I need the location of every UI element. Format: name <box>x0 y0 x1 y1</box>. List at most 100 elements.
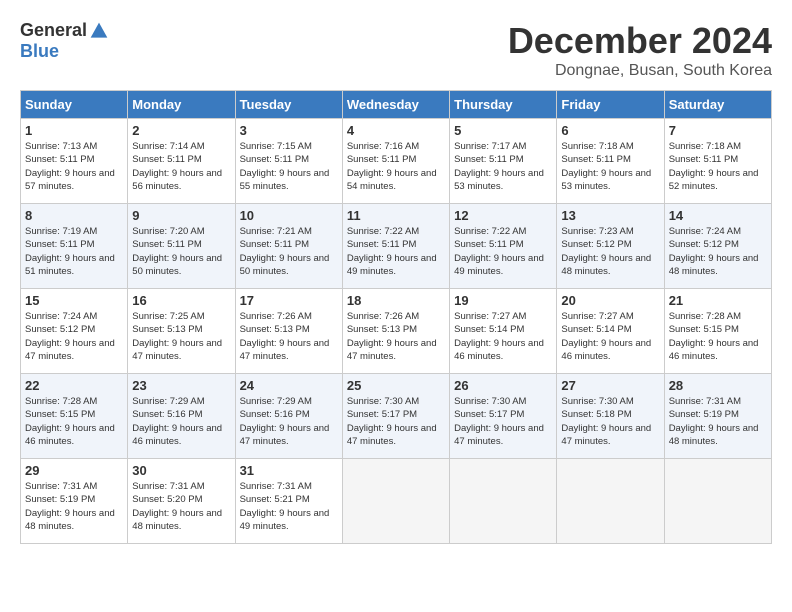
day-info: Sunrise: 7:31 AM Sunset: 5:19 PM Dayligh… <box>669 395 767 448</box>
header-monday: Monday <box>128 91 235 119</box>
logo-blue: Blue <box>20 41 59 62</box>
day-number: 17 <box>240 293 338 308</box>
day-info: Sunrise: 7:27 AM Sunset: 5:14 PM Dayligh… <box>561 310 659 363</box>
day-cell: 2 Sunrise: 7:14 AM Sunset: 5:11 PM Daylig… <box>128 119 235 204</box>
day-info: Sunrise: 7:22 AM Sunset: 5:11 PM Dayligh… <box>347 225 445 278</box>
week-row-1: 1 Sunrise: 7:13 AM Sunset: 5:11 PM Daylig… <box>21 119 772 204</box>
day-number: 31 <box>240 463 338 478</box>
header-wednesday: Wednesday <box>342 91 449 119</box>
day-info: Sunrise: 7:22 AM Sunset: 5:11 PM Dayligh… <box>454 225 552 278</box>
day-number: 20 <box>561 293 659 308</box>
day-cell <box>664 459 771 544</box>
day-number: 27 <box>561 378 659 393</box>
day-info: Sunrise: 7:23 AM Sunset: 5:12 PM Dayligh… <box>561 225 659 278</box>
day-cell: 16 Sunrise: 7:25 AM Sunset: 5:13 PM Dayli… <box>128 289 235 374</box>
day-number: 26 <box>454 378 552 393</box>
day-info: Sunrise: 7:28 AM Sunset: 5:15 PM Dayligh… <box>669 310 767 363</box>
day-cell: 26 Sunrise: 7:30 AM Sunset: 5:17 PM Dayli… <box>450 374 557 459</box>
day-cell: 18Sunrise: 7:26 AM Sunset: 5:13 PM Dayli… <box>342 289 449 374</box>
day-info: Sunrise: 7:30 AM Sunset: 5:17 PM Dayligh… <box>347 395 445 448</box>
day-number: 2 <box>132 123 230 138</box>
day-info: Sunrise: 7:20 AM Sunset: 5:11 PM Dayligh… <box>132 225 230 278</box>
header-friday: Friday <box>557 91 664 119</box>
day-number: 3 <box>240 123 338 138</box>
day-cell <box>342 459 449 544</box>
day-number: 10 <box>240 208 338 223</box>
day-info: Sunrise: 7:14 AM Sunset: 5:11 PM Dayligh… <box>132 140 230 193</box>
day-info: Sunrise: 7:25 AM Sunset: 5:13 PM Dayligh… <box>132 310 230 363</box>
day-number: 12 <box>454 208 552 223</box>
day-info: Sunrise: 7:21 AM Sunset: 5:11 PM Dayligh… <box>240 225 338 278</box>
day-number: 9 <box>132 208 230 223</box>
day-number: 8 <box>25 208 123 223</box>
day-number: 14 <box>669 208 767 223</box>
day-info: Sunrise: 7:31 AM Sunset: 5:19 PM Dayligh… <box>25 480 123 533</box>
day-cell: 20 Sunrise: 7:27 AM Sunset: 5:14 PM Dayli… <box>557 289 664 374</box>
day-number: 13 <box>561 208 659 223</box>
day-info: Sunrise: 7:16 AM Sunset: 5:11 PM Dayligh… <box>347 140 445 193</box>
day-info: Sunrise: 7:30 AM Sunset: 5:17 PM Dayligh… <box>454 395 552 448</box>
day-info: Sunrise: 7:24 AM Sunset: 5:12 PM Dayligh… <box>669 225 767 278</box>
header-row: SundayMondayTuesdayWednesdayThursdayFrid… <box>21 91 772 119</box>
day-number: 1 <box>25 123 123 138</box>
header-tuesday: Tuesday <box>235 91 342 119</box>
day-cell: 12 Sunrise: 7:22 AM Sunset: 5:11 PM Dayli… <box>450 204 557 289</box>
title-section: December 2024 Dongnae, Busan, South Kore… <box>508 20 772 80</box>
day-cell: 5 Sunrise: 7:17 AM Sunset: 5:11 PM Daylig… <box>450 119 557 204</box>
day-cell: 17 Sunrise: 7:26 AM Sunset: 5:13 PM Dayli… <box>235 289 342 374</box>
day-cell: 3 Sunrise: 7:15 AM Sunset: 5:11 PM Daylig… <box>235 119 342 204</box>
day-number: 24 <box>240 378 338 393</box>
day-cell: 10 Sunrise: 7:21 AM Sunset: 5:11 PM Dayli… <box>235 204 342 289</box>
day-number: 6 <box>561 123 659 138</box>
week-row-4: 22Sunrise: 7:28 AM Sunset: 5:15 PM Dayli… <box>21 374 772 459</box>
day-cell: 19Sunrise: 7:27 AM Sunset: 5:14 PM Dayli… <box>450 289 557 374</box>
logo-icon <box>89 21 109 41</box>
day-cell: 23Sunrise: 7:29 AM Sunset: 5:16 PM Dayli… <box>128 374 235 459</box>
day-info: Sunrise: 7:13 AM Sunset: 5:11 PM Dayligh… <box>25 140 123 193</box>
day-cell: 4Sunrise: 7:16 AM Sunset: 5:11 PM Daylig… <box>342 119 449 204</box>
day-cell: 8 Sunrise: 7:19 AM Sunset: 5:11 PM Daylig… <box>21 204 128 289</box>
day-info: Sunrise: 7:26 AM Sunset: 5:13 PM Dayligh… <box>240 310 338 363</box>
day-cell: 7Sunrise: 7:18 AM Sunset: 5:11 PM Daylig… <box>664 119 771 204</box>
day-number: 25 <box>347 378 445 393</box>
header-thursday: Thursday <box>450 91 557 119</box>
day-info: Sunrise: 7:26 AM Sunset: 5:13 PM Dayligh… <box>347 310 445 363</box>
day-info: Sunrise: 7:15 AM Sunset: 5:11 PM Dayligh… <box>240 140 338 193</box>
day-cell: 25 Sunrise: 7:30 AM Sunset: 5:17 PM Dayli… <box>342 374 449 459</box>
day-info: Sunrise: 7:31 AM Sunset: 5:20 PM Dayligh… <box>132 480 230 533</box>
week-row-5: 29Sunrise: 7:31 AM Sunset: 5:19 PM Dayli… <box>21 459 772 544</box>
day-cell: 21 Sunrise: 7:28 AM Sunset: 5:15 PM Dayli… <box>664 289 771 374</box>
day-number: 23 <box>132 378 230 393</box>
day-number: 22 <box>25 378 123 393</box>
day-number: 28 <box>669 378 767 393</box>
week-row-2: 8 Sunrise: 7:19 AM Sunset: 5:11 PM Daylig… <box>21 204 772 289</box>
day-info: Sunrise: 7:29 AM Sunset: 5:16 PM Dayligh… <box>240 395 338 448</box>
month-title: December 2024 <box>508 20 772 62</box>
calendar: SundayMondayTuesdayWednesdayThursdayFrid… <box>20 90 772 544</box>
day-number: 16 <box>132 293 230 308</box>
day-info: Sunrise: 7:31 AM Sunset: 5:21 PM Dayligh… <box>240 480 338 533</box>
day-cell: 11 Sunrise: 7:22 AM Sunset: 5:11 PM Dayli… <box>342 204 449 289</box>
day-cell: 1 Sunrise: 7:13 AM Sunset: 5:11 PM Daylig… <box>21 119 128 204</box>
day-info: Sunrise: 7:17 AM Sunset: 5:11 PM Dayligh… <box>454 140 552 193</box>
day-cell <box>450 459 557 544</box>
day-cell: 14 Sunrise: 7:24 AM Sunset: 5:12 PM Dayli… <box>664 204 771 289</box>
day-number: 5 <box>454 123 552 138</box>
header-sunday: Sunday <box>21 91 128 119</box>
day-cell <box>557 459 664 544</box>
day-cell: 27Sunrise: 7:30 AM Sunset: 5:18 PM Dayli… <box>557 374 664 459</box>
day-cell: 28 Sunrise: 7:31 AM Sunset: 5:19 PM Dayli… <box>664 374 771 459</box>
logo-general: General <box>20 20 87 41</box>
day-cell: 6Sunrise: 7:18 AM Sunset: 5:11 PM Daylig… <box>557 119 664 204</box>
day-cell: 24 Sunrise: 7:29 AM Sunset: 5:16 PM Dayli… <box>235 374 342 459</box>
day-number: 15 <box>25 293 123 308</box>
day-number: 11 <box>347 208 445 223</box>
location: Dongnae, Busan, South Korea <box>508 62 772 80</box>
day-number: 21 <box>669 293 767 308</box>
header-saturday: Saturday <box>664 91 771 119</box>
day-info: Sunrise: 7:19 AM Sunset: 5:11 PM Dayligh… <box>25 225 123 278</box>
day-cell: 22Sunrise: 7:28 AM Sunset: 5:15 PM Dayli… <box>21 374 128 459</box>
day-info: Sunrise: 7:27 AM Sunset: 5:14 PM Dayligh… <box>454 310 552 363</box>
page-header: General Blue December 2024 Dongnae, Busa… <box>20 20 772 80</box>
day-cell: 9 Sunrise: 7:20 AM Sunset: 5:11 PM Daylig… <box>128 204 235 289</box>
